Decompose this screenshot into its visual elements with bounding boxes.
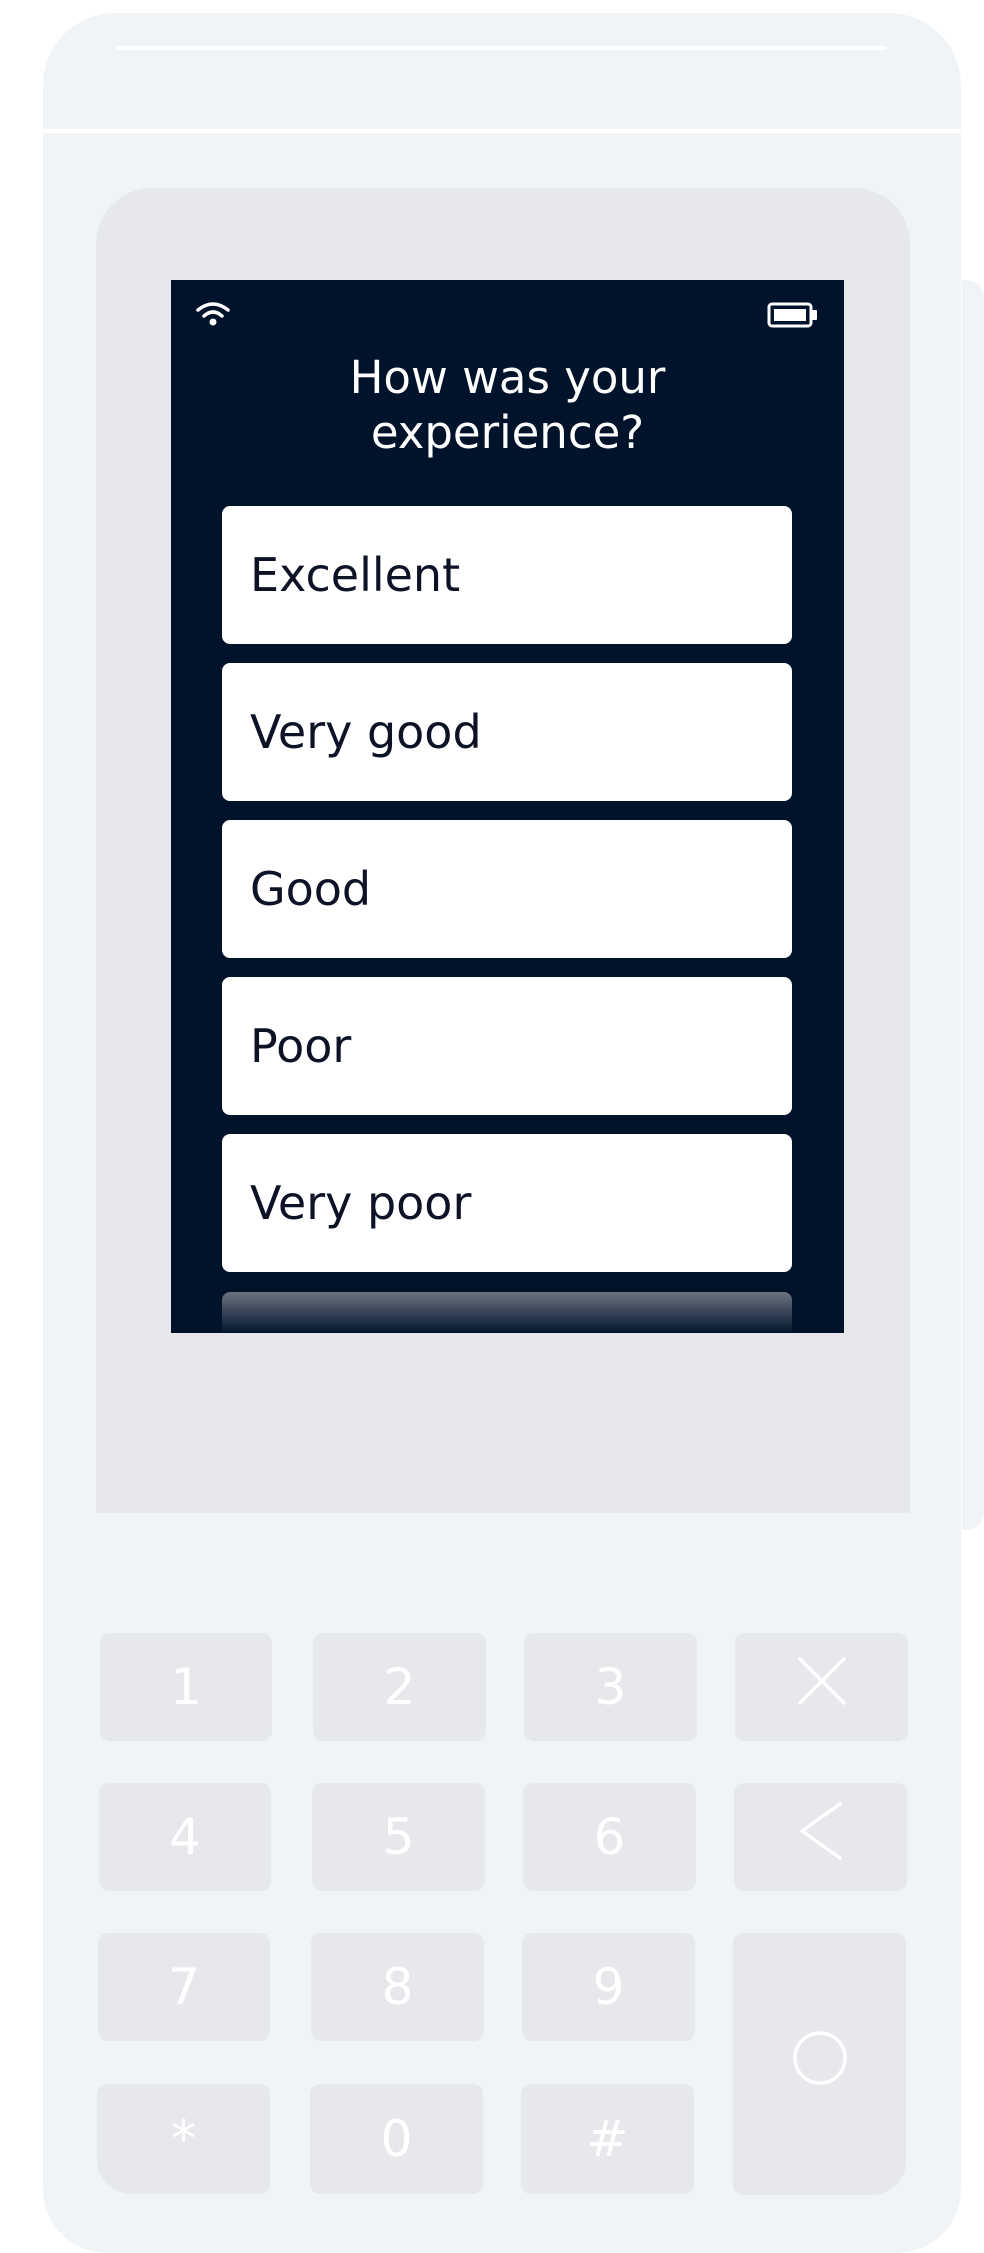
- side-button: [962, 280, 984, 1530]
- survey-question: How was your experience?: [349, 351, 666, 459]
- option-very-poor[interactable]: Very poor: [222, 1134, 792, 1272]
- option-very-good[interactable]: Very good: [222, 663, 792, 801]
- key-2[interactable]: 2: [313, 1633, 486, 1741]
- key-8[interactable]: 8: [311, 1933, 484, 2041]
- rating-options: Excellent Very good Good Poor Very poor: [222, 506, 792, 1291]
- key-6[interactable]: 6: [523, 1783, 696, 1891]
- confirm-key[interactable]: [733, 1933, 906, 2195]
- wifi-icon: [195, 300, 231, 330]
- key-3[interactable]: 3: [524, 1633, 697, 1741]
- partially-visible-option: [222, 1292, 792, 1333]
- option-good[interactable]: Good: [222, 820, 792, 958]
- terminal-screen: How was your experience? Excellent Very …: [171, 280, 844, 1333]
- key-4[interactable]: 4: [99, 1783, 271, 1891]
- chevron-left-icon: [796, 1800, 846, 1874]
- key-7[interactable]: 7: [98, 1933, 270, 2041]
- option-excellent[interactable]: Excellent: [222, 506, 792, 644]
- key-star[interactable]: *: [97, 2084, 270, 2194]
- key-0[interactable]: 0: [310, 2084, 483, 2194]
- close-icon: [794, 1653, 850, 1721]
- key-9[interactable]: 9: [522, 1933, 695, 2041]
- battery-icon: [767, 302, 819, 328]
- top-divider: [43, 129, 961, 133]
- key-5[interactable]: 5: [312, 1783, 485, 1891]
- clear-key[interactable]: [734, 1783, 907, 1891]
- status-bar: [171, 280, 844, 330]
- top-cap-line: [115, 46, 887, 50]
- key-1[interactable]: 1: [100, 1633, 272, 1741]
- key-hash[interactable]: #: [521, 2084, 694, 2194]
- cancel-key[interactable]: [735, 1633, 908, 1741]
- option-poor[interactable]: Poor: [222, 977, 792, 1115]
- circle-icon: [791, 2029, 849, 2099]
